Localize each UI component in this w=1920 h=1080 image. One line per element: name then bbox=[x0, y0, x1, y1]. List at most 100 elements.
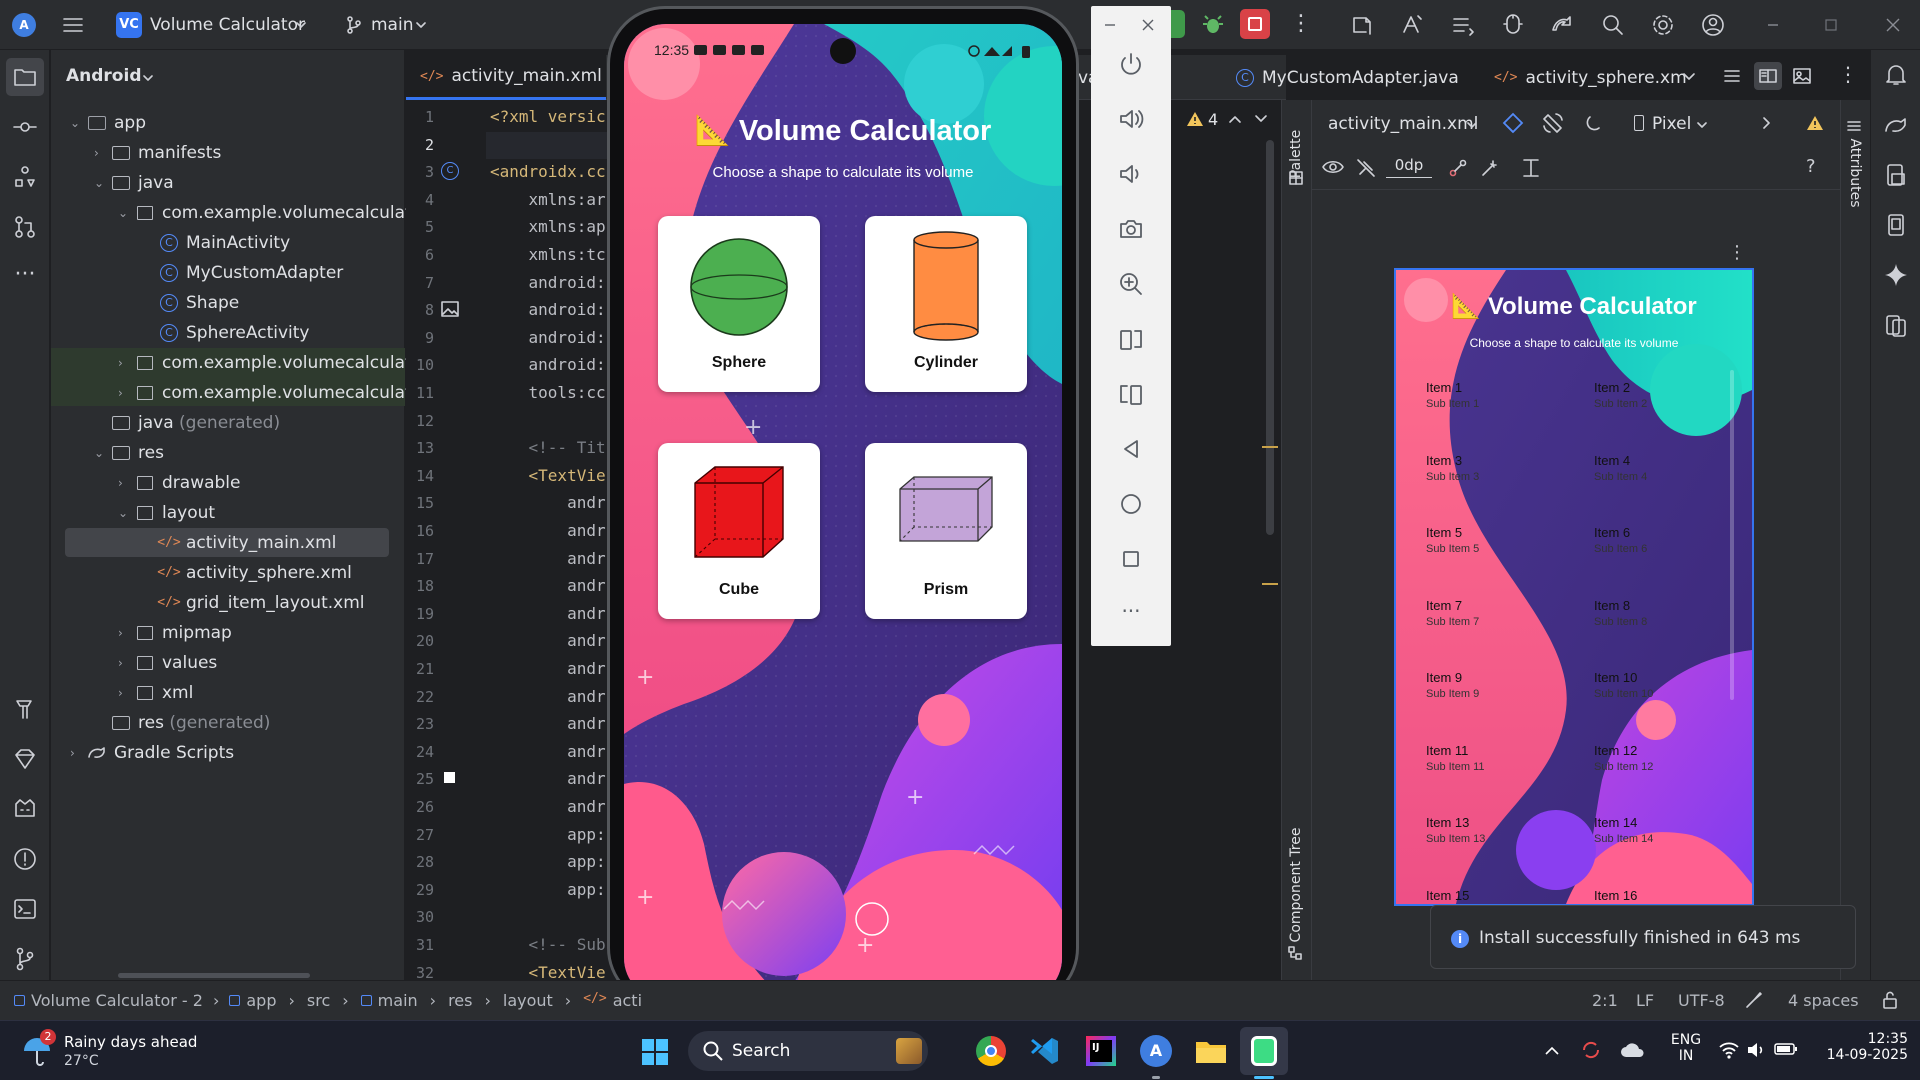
back-icon[interactable] bbox=[1117, 435, 1145, 463]
device-selector[interactable]: Pixel bbox=[1652, 114, 1691, 134]
chevron-down-icon[interactable] bbox=[1254, 112, 1268, 126]
tree-item-package-test[interactable]: › com.example.volumecalculator bbox=[118, 378, 429, 407]
code-line[interactable]: <androidx.cc bbox=[490, 162, 606, 181]
gradle-icon[interactable] bbox=[1883, 112, 1909, 138]
project-tool-button[interactable] bbox=[6, 58, 44, 96]
screenshot-camera-icon[interactable] bbox=[1117, 215, 1145, 243]
version-control-icon[interactable] bbox=[12, 946, 38, 972]
chrome-icon[interactable] bbox=[976, 1036, 1006, 1066]
structure-icon[interactable] bbox=[12, 164, 38, 190]
more-actions-icon[interactable]: ⋮ bbox=[1290, 12, 1312, 38]
preview-grid-item[interactable]: Item 1 Sub Item 1 bbox=[1426, 380, 1479, 410]
project-view-selector[interactable]: Android bbox=[66, 66, 142, 86]
install-notification[interactable]: i Install successfully finished in 643 m… bbox=[1430, 905, 1856, 969]
extended-controls-icon[interactable]: ··· bbox=[1117, 600, 1145, 628]
device-manager-icon[interactable] bbox=[1350, 12, 1376, 38]
clock[interactable]: 12:35 14-09-2025 bbox=[1812, 1031, 1908, 1063]
tree-item-manifests[interactable]: › manifests bbox=[94, 138, 221, 167]
preview-grid-item[interactable]: Item 11 Sub Item 11 bbox=[1426, 743, 1485, 773]
code-line[interactable]: app: bbox=[490, 852, 606, 871]
code-line[interactable]: android: bbox=[490, 300, 606, 319]
read-only-lock-icon[interactable] bbox=[1880, 990, 1900, 1010]
search-icon[interactable] bbox=[1600, 12, 1626, 38]
code-style-icon[interactable] bbox=[1744, 990, 1764, 1010]
tree-item-gradle-scripts[interactable]: › Gradle Scripts bbox=[70, 738, 234, 767]
split-view-icon[interactable] bbox=[1754, 62, 1782, 90]
tree-item-sphereactivity[interactable]: C SphereActivity bbox=[142, 318, 309, 347]
help-icon[interactable]: ? bbox=[1806, 156, 1816, 177]
pull-requests-icon[interactable] bbox=[12, 214, 38, 240]
device-file-explorer-icon[interactable] bbox=[1883, 162, 1909, 188]
code-line[interactable]: <!-- Tit bbox=[490, 438, 606, 457]
tree-item-package-main[interactable]: ⌄ com.example.volumecalculator bbox=[118, 198, 429, 227]
preview-grid-item[interactable]: Item 13 Sub Item 13 bbox=[1426, 815, 1485, 845]
gemini-icon[interactable] bbox=[1883, 262, 1909, 288]
tree-item-activity-sphere-xml[interactable]: </> activity_sphere.xml bbox=[142, 558, 352, 587]
zoom-icon[interactable] bbox=[1117, 270, 1145, 298]
branch-name[interactable]: main bbox=[371, 15, 413, 35]
image-gutter-icon[interactable] bbox=[441, 301, 459, 317]
tree-item-app[interactable]: ⌄ app bbox=[70, 108, 146, 137]
breadcrumb-item[interactable]: app bbox=[246, 991, 276, 1010]
warning-count[interactable]: 4 bbox=[1208, 110, 1218, 129]
emulator-screen[interactable]: + + + + + 12:35 📐 Volume Calculator Choo… bbox=[624, 24, 1062, 1000]
code-line[interactable]: andr bbox=[490, 769, 606, 788]
code-line[interactable]: tools:cc bbox=[490, 383, 606, 402]
tree-item-values[interactable]: › values bbox=[118, 648, 217, 677]
power-icon[interactable] bbox=[1117, 50, 1145, 78]
tree-item-layout[interactable]: ⌄ layout bbox=[118, 498, 215, 527]
code-line[interactable]: app: bbox=[490, 880, 606, 899]
gradle-sync-icon[interactable] bbox=[1550, 12, 1576, 38]
battery-icon[interactable] bbox=[1774, 1041, 1798, 1057]
preview-grid-item[interactable]: Item 14 Sub Item 14 bbox=[1594, 815, 1653, 845]
layout-file-selector[interactable]: activity_main.xml bbox=[1328, 114, 1478, 134]
code-line[interactable]: andr bbox=[490, 687, 606, 706]
app-inspection-icon[interactable] bbox=[12, 796, 38, 822]
infer-constraints-icon[interactable] bbox=[1480, 158, 1500, 178]
preview-grid-item[interactable]: Item 3 Sub Item 3 bbox=[1426, 453, 1479, 483]
code-line[interactable]: <?xml versic bbox=[490, 107, 606, 126]
code-line[interactable]: <TextVie bbox=[490, 466, 606, 485]
emulator-close-icon[interactable] bbox=[1141, 18, 1155, 32]
wifi-icon[interactable] bbox=[1718, 1040, 1740, 1060]
code-line[interactable]: andr bbox=[490, 797, 606, 816]
tree-item-java[interactable]: ⌄ java bbox=[94, 168, 174, 197]
project-horizontal-scrollbar[interactable] bbox=[118, 973, 310, 978]
terminal-icon[interactable] bbox=[12, 896, 38, 922]
tree-item-java-generated[interactable]: java (generated) bbox=[94, 408, 280, 437]
code-line[interactable]: andr bbox=[490, 576, 606, 595]
overview-icon[interactable] bbox=[1117, 545, 1145, 573]
app-quality-icon[interactable] bbox=[12, 746, 38, 772]
volume-icon[interactable] bbox=[1746, 1040, 1766, 1060]
caret-position[interactable]: 2:1 bbox=[1592, 991, 1618, 1010]
logcat-icon[interactable] bbox=[1450, 12, 1476, 38]
taskbar-search-box[interactable]: Search bbox=[688, 1031, 928, 1071]
more-tools-icon[interactable]: ··· bbox=[12, 262, 38, 288]
shape-card-sphere[interactable]: Sphere bbox=[658, 216, 820, 392]
notifications-icon[interactable] bbox=[1883, 62, 1909, 88]
vscode-icon[interactable] bbox=[1030, 1036, 1060, 1066]
preview-more-icon[interactable]: ⋮ bbox=[1728, 242, 1746, 263]
clear-constraints-icon[interactable] bbox=[1448, 158, 1468, 178]
code-line[interactable]: andr bbox=[490, 521, 606, 540]
onedrive-cloud-icon[interactable] bbox=[1620, 1041, 1646, 1059]
code-line[interactable]: andr bbox=[490, 604, 606, 623]
tree-item-mipmap[interactable]: › mipmap bbox=[118, 618, 232, 647]
code-line[interactable]: andr bbox=[490, 493, 606, 512]
preview-grid-item[interactable]: Item 2 Sub Item 2 bbox=[1594, 380, 1647, 410]
indent-setting[interactable]: 4 spaces bbox=[1788, 991, 1859, 1010]
tree-item-shape[interactable]: C Shape bbox=[142, 288, 239, 317]
device-mirroring-icon[interactable] bbox=[1883, 312, 1909, 338]
preview-grid-item[interactable]: Item 16 bbox=[1594, 888, 1637, 905]
preview-grid-item[interactable]: Item 7 Sub Item 7 bbox=[1426, 598, 1479, 628]
breadcrumb-item[interactable]: Volume Calculator - 2 bbox=[31, 991, 203, 1010]
layout-preview[interactable]: 📐 Volume Calculator Choose a shape to ca… bbox=[1394, 268, 1754, 906]
commit-icon[interactable] bbox=[12, 114, 38, 140]
tab-mycustomadapter[interactable]: C MyCustomAdapter.java bbox=[1236, 55, 1459, 100]
line-separator[interactable]: LF bbox=[1636, 991, 1654, 1010]
design-view-icon[interactable] bbox=[1792, 66, 1812, 86]
tab-activity-sphere-xml[interactable]: </> activity_sphere.xm bbox=[1494, 55, 1687, 100]
start-button-icon[interactable] bbox=[641, 1038, 669, 1066]
emulator-taskbar-button[interactable] bbox=[1240, 1027, 1288, 1075]
sync-tray-icon[interactable] bbox=[1580, 1039, 1602, 1061]
